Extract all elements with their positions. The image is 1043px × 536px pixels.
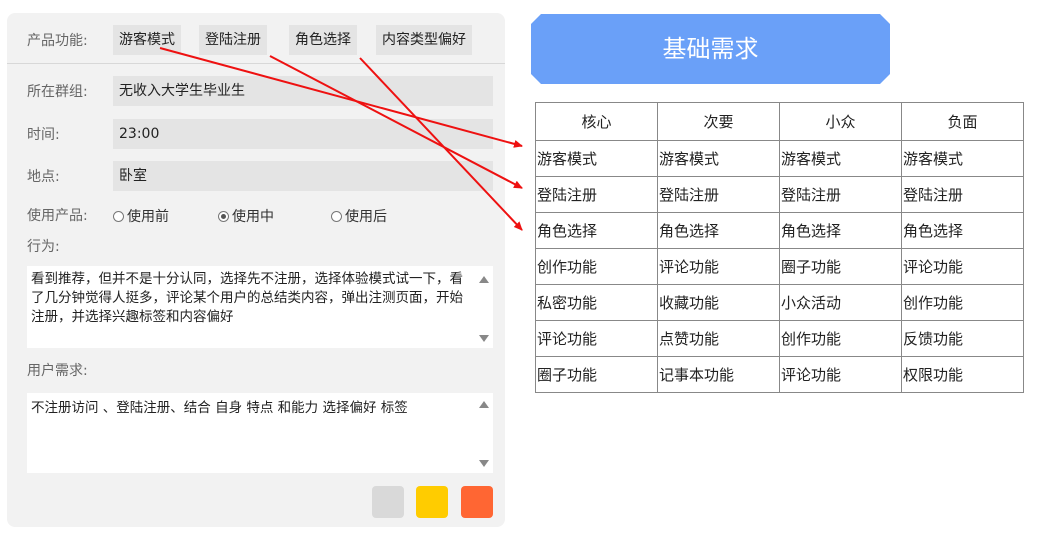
header-core: 核心 [535,102,658,141]
table-cell: 游客模式 [657,140,780,177]
table-cell: 创作功能 [535,248,658,285]
needs-scrollbar[interactable] [479,401,489,467]
radio-circle-icon [331,210,342,222]
group-field[interactable]: 无收入大学生毕业生 [113,76,493,106]
table-cell: 圈子功能 [535,356,658,393]
table-cell: 圈子功能 [779,248,902,285]
table-row: 评论功能 点赞功能 创作功能 反馈功能 [535,320,1024,357]
table-cell: 评论功能 [657,248,780,285]
feature-tag-role[interactable]: 角色选择 [289,25,357,55]
radio-label: 使用前 [127,209,169,225]
table-cell: 角色选择 [901,212,1024,249]
place-label: 地点: [27,169,60,185]
table-cell: 小众活动 [779,284,902,321]
swatch-orange[interactable] [461,486,493,518]
table-row: 私密功能 收藏功能 小众活动 创作功能 [535,284,1024,321]
table-row: 游客模式 游客模式 游客模式 游客模式 [535,140,1024,177]
table-cell: 游客模式 [779,140,902,177]
swatch-gray[interactable] [372,486,404,518]
table-cell: 登陆注册 [779,176,902,213]
table-cell: 角色选择 [779,212,902,249]
table-cell: 游客模式 [535,140,658,177]
requirements-banner: 基础需求 [531,14,890,84]
table-cell: 评论功能 [535,320,658,357]
scroll-up-icon[interactable] [479,401,489,408]
radio-label: 使用后 [345,209,387,225]
usage-radio-during[interactable]: 使用中 [218,206,274,226]
header-negative: 负面 [901,102,1024,141]
table-cell: 评论功能 [901,248,1024,285]
table-cell: 点赞功能 [657,320,780,357]
behavior-scrollbar[interactable] [479,276,489,342]
usage-radio-after[interactable]: 使用后 [331,206,387,226]
table-cell: 创作功能 [779,320,902,357]
radio-circle-icon [113,210,124,222]
table-cell: 角色选择 [657,212,780,249]
requirements-table: 核心 次要 小众 负面 游客模式 游客模式 游客模式 游客模式 登陆注册 登陆注… [535,102,1024,393]
feature-tag-login[interactable]: 登陆注册 [199,25,267,55]
feature-label: 产品功能: [27,33,88,49]
table-row: 圈子功能 记事本功能 评论功能 权限功能 [535,356,1024,393]
table-cell: 登陆注册 [901,176,1024,213]
needs-label: 用户需求: [27,363,88,379]
table-cell: 收藏功能 [657,284,780,321]
scroll-up-icon[interactable] [479,276,489,283]
scroll-down-icon[interactable] [479,335,489,342]
scroll-down-icon[interactable] [479,460,489,467]
table-cell: 角色选择 [535,212,658,249]
table-row: 角色选择 角色选择 角色选择 角色选择 [535,212,1024,249]
header-secondary: 次要 [657,102,780,141]
table-cell: 权限功能 [901,356,1024,393]
swatch-yellow[interactable] [416,486,448,518]
group-label: 所在群组: [27,84,88,100]
table-cell: 登陆注册 [535,176,658,213]
radio-label: 使用中 [232,209,274,225]
table-cell: 记事本功能 [657,356,780,393]
needs-textarea[interactable]: 不注册访问 、登陆注册、结合 自身 特点 和能力 选择偏好 标签 [27,393,493,473]
divider [7,63,505,64]
table-cell: 反馈功能 [901,320,1024,357]
place-field[interactable]: 卧室 [113,161,493,191]
table-header-row: 核心 次要 小众 负面 [535,102,1024,141]
behavior-text: 看到推荐，但并不是十分认同，选择先不注册，选择体验模式试一下，看了几分钟觉得人挺… [31,271,463,325]
table-cell: 游客模式 [901,140,1024,177]
table-cell: 登陆注册 [657,176,780,213]
radio-selected-icon [218,210,229,222]
feature-tag-guest[interactable]: 游客模式 [113,25,181,55]
table-row: 创作功能 评论功能 圈子功能 评论功能 [535,248,1024,285]
table-cell: 创作功能 [901,284,1024,321]
behavior-textarea[interactable]: 看到推荐，但并不是十分认同，选择先不注册，选择体验模式试一下，看了几分钟觉得人挺… [27,266,493,348]
time-label: 时间: [27,127,60,143]
feature-tag-content-pref[interactable]: 内容类型偏好 [376,25,472,55]
time-field[interactable]: 23:00 [113,119,493,149]
behavior-label: 行为: [27,239,60,255]
table-cell: 私密功能 [535,284,658,321]
table-row: 登陆注册 登陆注册 登陆注册 登陆注册 [535,176,1024,213]
needs-text: 不注册访问 、登陆注册、结合 自身 特点 和能力 选择偏好 标签 [31,400,408,416]
header-niche: 小众 [779,102,902,141]
usage-radio-before[interactable]: 使用前 [113,206,169,226]
table-cell: 评论功能 [779,356,902,393]
usage-label: 使用产品: [27,208,88,224]
